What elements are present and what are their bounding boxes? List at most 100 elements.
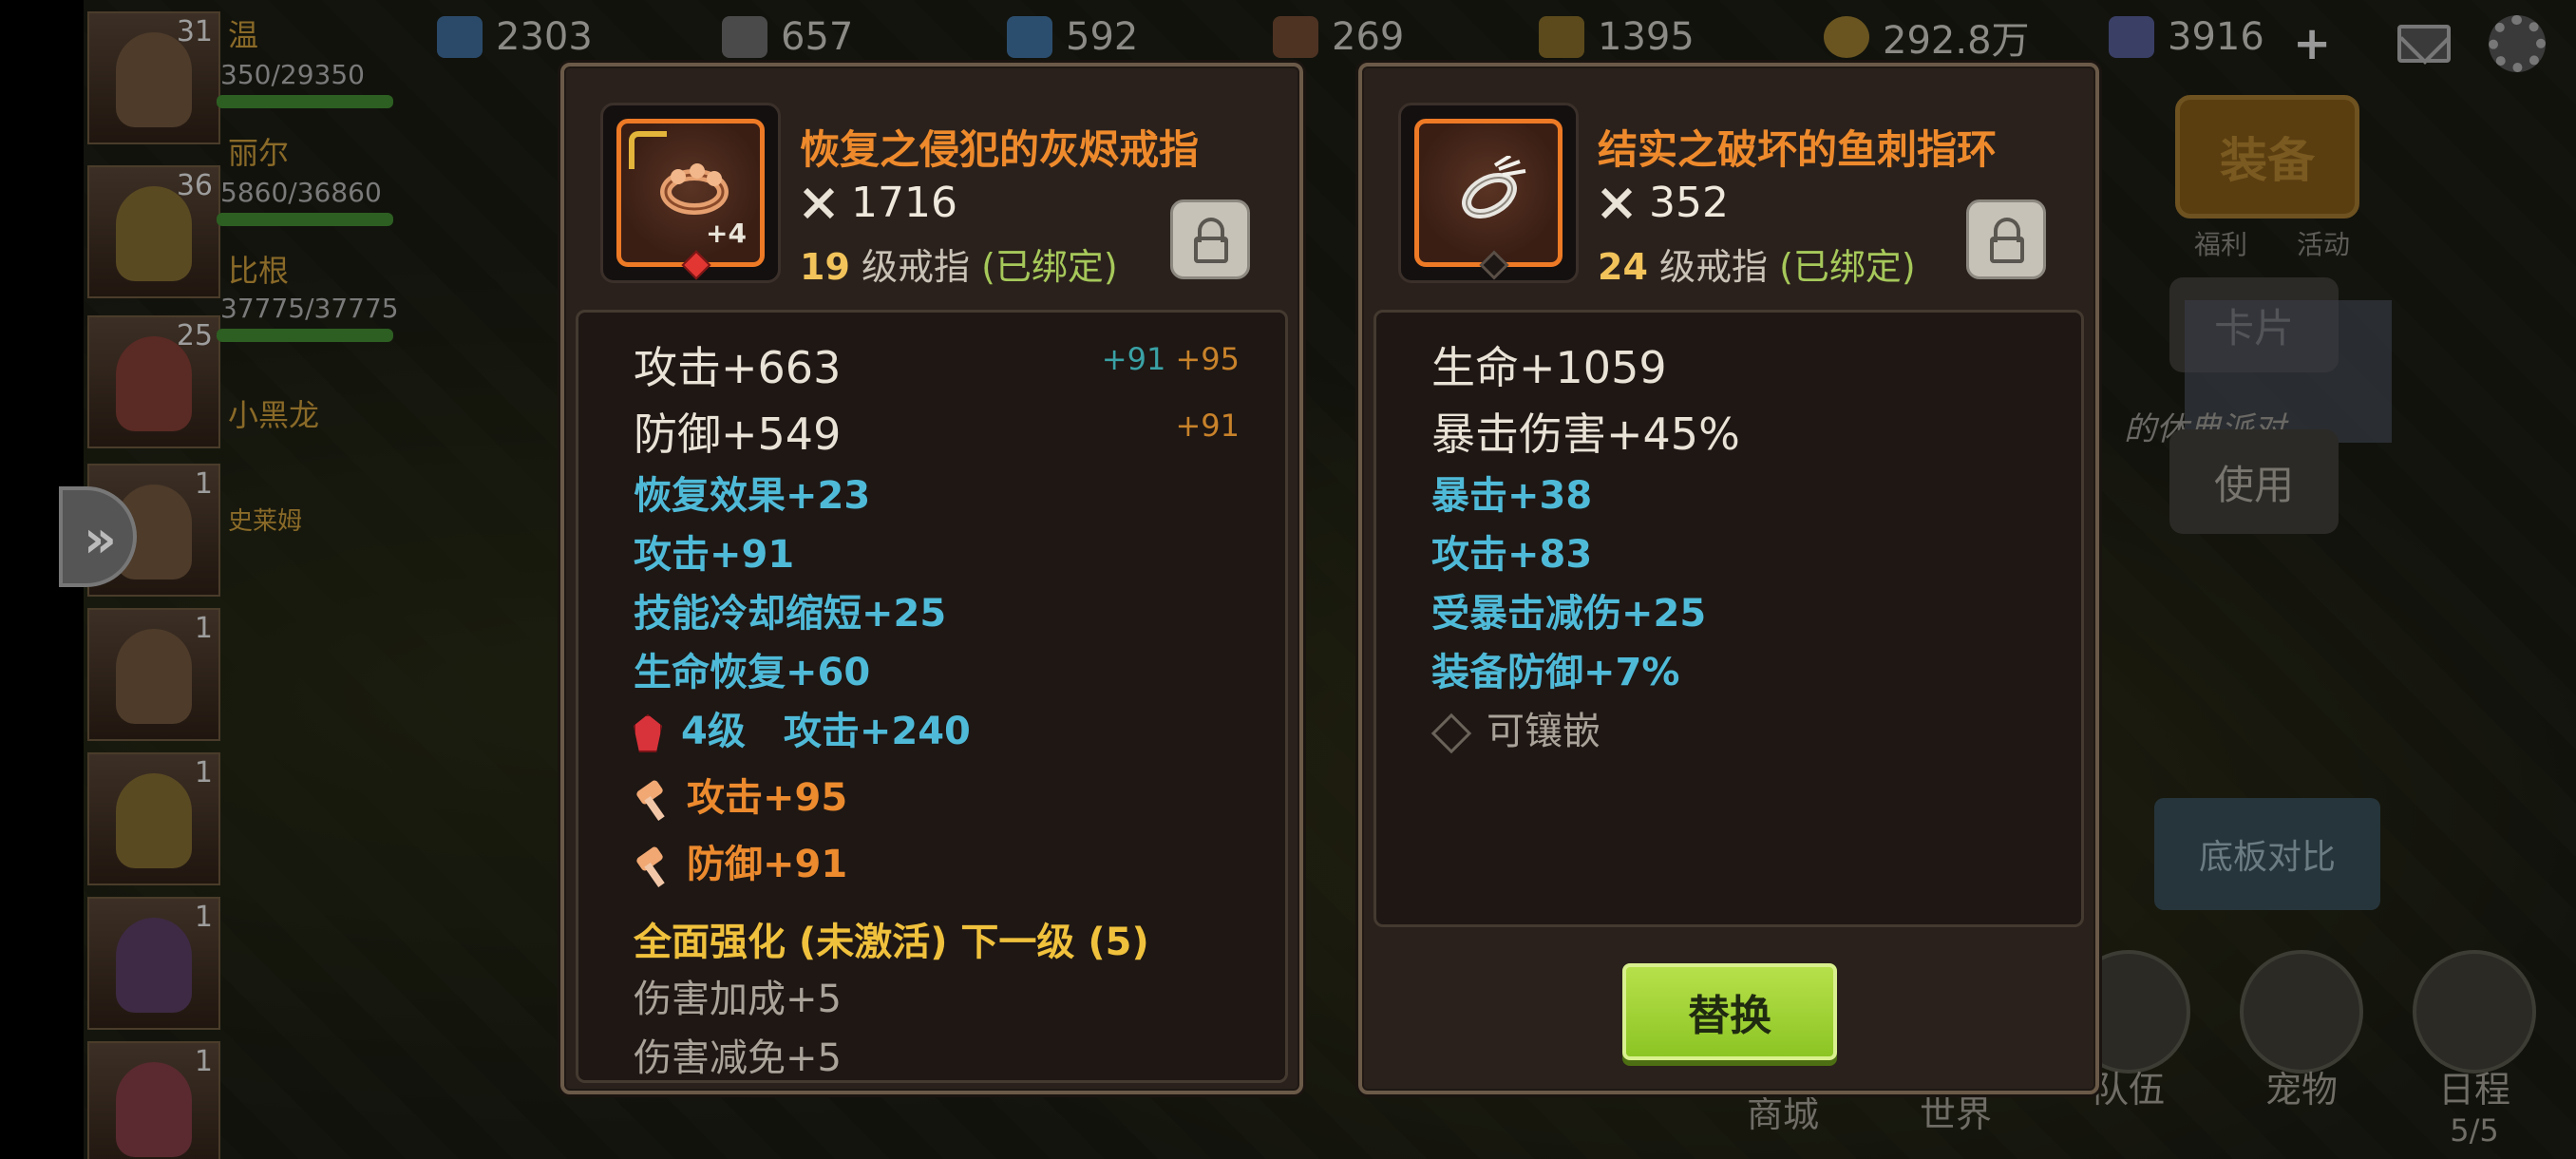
hero-portrait (116, 918, 192, 1013)
main-stat: 生命+1059 (1431, 342, 1667, 393)
socket-label: 可镶嵌 (1487, 710, 1601, 753)
ember-ring-icon (660, 163, 729, 215)
forge-stat: 攻击+95 (687, 776, 848, 820)
lock-body (1194, 237, 1228, 263)
party-member-slot[interactable]: 31 (87, 11, 220, 144)
item-name: 结实之破坏的鱼刺指环 (1598, 126, 1998, 173)
sub-stat: 技能冷却缩短+25 (634, 592, 947, 636)
hero-hp: 37775/37775 (220, 293, 399, 324)
welfare-label: 福利 (2194, 229, 2248, 260)
hero-level: 1 (194, 612, 213, 645)
ore-icon (722, 16, 767, 58)
gem-stat: 攻击+240 (783, 710, 971, 753)
mail-icon[interactable] (2397, 25, 2451, 63)
socket-line: 可镶嵌 (1430, 700, 1601, 755)
nav-schedule[interactable]: 日程 5/5 (2403, 950, 2546, 1149)
resource-ore: 657 (722, 13, 853, 61)
settings-gear-icon[interactable] (2489, 15, 2546, 72)
party-member-slot[interactable]: 1 (87, 752, 220, 885)
schedule-icon (2413, 950, 2536, 1074)
bonus-value: +91 (1175, 408, 1240, 444)
item-stats-box: 攻击+663 +91 +95 防御+549 +91 恢复效果+23 攻击+91 … (576, 310, 1288, 1083)
party-member-slot[interactable]: 1 (87, 1041, 220, 1159)
resource-value: 3916 (2168, 15, 2264, 59)
sub-stat: 受暴击减伤+25 (1431, 592, 1707, 636)
hero-hp: 5860/36860 (220, 177, 382, 208)
hero-level: 1 (194, 901, 213, 934)
hero-portrait (116, 773, 192, 868)
wood-icon (1273, 16, 1318, 58)
forge-stat-line: 防御+91 (634, 833, 847, 888)
ruby-gem-icon (634, 714, 662, 752)
crossed-swords-icon (803, 187, 835, 218)
power-rating: 1716 (800, 179, 957, 227)
enhance-level: +4 (706, 218, 747, 249)
resource-wheat: 1395 (1539, 13, 1695, 61)
main-stat-bonus: +91 (1175, 408, 1240, 444)
hero-level: 31 (176, 15, 213, 48)
hero-hp-bar (217, 95, 393, 108)
power-rating: 352 (1598, 179, 1729, 227)
bound-status: (已绑定) (1779, 246, 1916, 288)
empty-socket-icon (1479, 250, 1509, 280)
bound-status: (已绑定) (981, 246, 1118, 288)
sub-stat: 恢复效果+23 (634, 474, 871, 518)
use-button[interactable]: 使用 (2169, 429, 2339, 534)
hero-hp-bar (217, 213, 393, 226)
resource-diamond: 3916 (2109, 13, 2264, 61)
crossed-swords-icon (1601, 187, 1633, 218)
resource-value: 269 (1332, 15, 1405, 59)
main-stat: 暴击伤害+45% (1431, 408, 1740, 460)
nav-pet[interactable]: 宠物 (2230, 950, 2373, 1121)
party-member-slot[interactable]: 1 (87, 608, 220, 741)
lock-body (1990, 237, 2024, 263)
forge-stat-line: 攻击+95 (634, 767, 847, 822)
hero-portrait (116, 1062, 192, 1157)
item-header: 结实之破坏的鱼刺指环 352 24 级戒指 (已绑定) (1362, 66, 2095, 304)
add-diamond-button[interactable]: + (2293, 17, 2331, 70)
crystal-icon (1007, 16, 1052, 58)
hero-name: 小黑龙 (228, 397, 320, 433)
schedule-count: 5/5 (2450, 1112, 2499, 1149)
item-header: +4 恢复之侵犯的灰烬戒指 1716 19 级戒指 (已绑定) (564, 66, 1299, 304)
sub-stat: 暴击+38 (1431, 474, 1593, 518)
sub-stat: 生命恢复+60 (634, 651, 871, 694)
resource-value: 1395 (1598, 15, 1695, 59)
resource-value: 2303 (496, 15, 593, 59)
hero-level: 36 (176, 169, 213, 202)
resource-energy: 2303 (437, 13, 593, 61)
nav-label: 日程 (2437, 1069, 2510, 1111)
main-stat-bonus: +91 +95 (1102, 341, 1240, 377)
hero-name: 丽尔 (228, 135, 290, 171)
power-value: 1716 (851, 179, 957, 227)
resource-crystal: 592 (1007, 13, 1138, 61)
party-member-slot[interactable]: 1 (87, 897, 220, 1030)
item-icon-frame (1398, 103, 1579, 283)
activity-label: 活动 (2297, 229, 2351, 260)
item-level-line: 19 级戒指 (已绑定) (800, 238, 1118, 290)
hero-portrait (116, 629, 192, 724)
resource-value: 592 (1066, 15, 1139, 59)
replace-button[interactable]: 替换 (1622, 963, 1837, 1060)
lock-button[interactable] (1966, 200, 2046, 279)
party-member-slot[interactable]: 25 (87, 315, 220, 448)
lock-button[interactable] (1170, 200, 1250, 279)
hero-level: 25 (176, 319, 213, 352)
item-stats-box: 生命+1059 暴击伤害+45% 暴击+38 攻击+83 受暴击减伤+25 装备… (1373, 310, 2084, 927)
bonus-value: +91 (1101, 341, 1166, 377)
compare-button[interactable]: 底板对比 (2154, 798, 2380, 910)
forge-stat: 防御+91 (687, 843, 848, 886)
item-tile (1414, 119, 1563, 280)
gem-level: 4级 (681, 710, 746, 753)
item-tile: +4 (616, 119, 765, 280)
wheat-icon (1539, 16, 1584, 58)
item-type: 级戒指 (1658, 246, 1768, 288)
socket-gem-icon (681, 250, 711, 280)
main-stat-defense: 防御+549 (634, 408, 842, 460)
hammer-icon (634, 849, 672, 884)
main-stat-attack: 攻击+663 (634, 342, 842, 393)
party-member-slot[interactable]: 36 (87, 165, 220, 298)
power-value: 352 (1649, 179, 1729, 227)
hero-level: 1 (194, 756, 213, 789)
equip-tab-button[interactable]: 装备 (2175, 95, 2359, 218)
